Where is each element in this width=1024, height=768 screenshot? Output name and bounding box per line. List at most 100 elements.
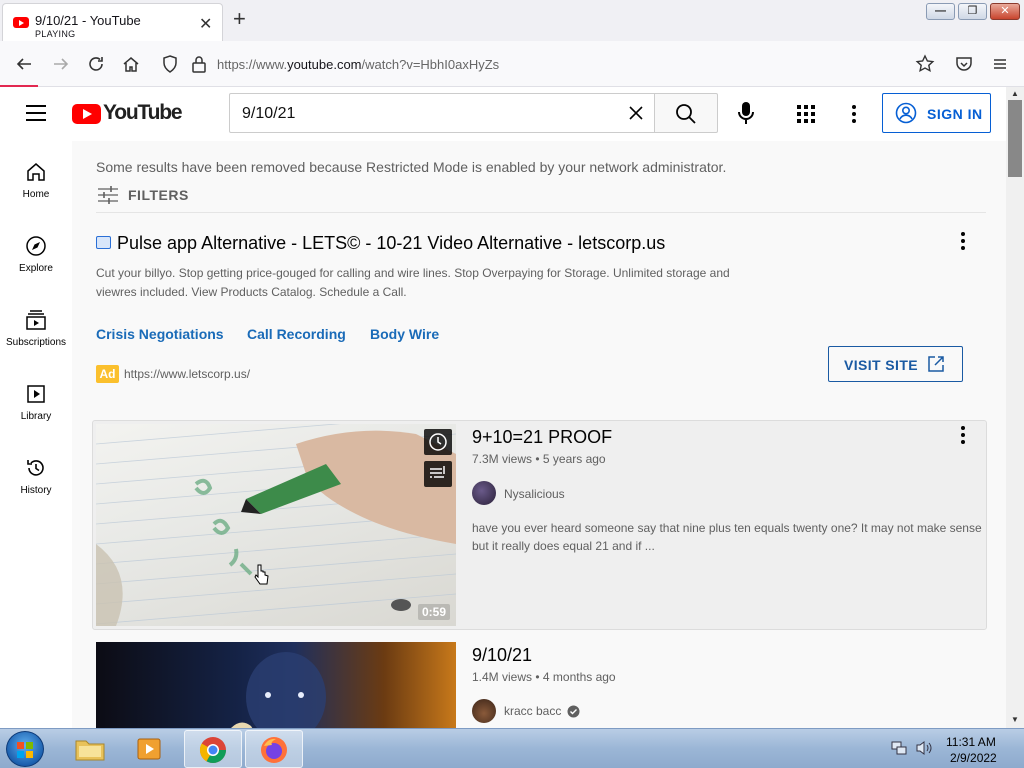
tab-title: 9/10/21 - YouTube	[35, 13, 141, 28]
verified-badge-icon	[567, 705, 580, 718]
sidebar-item-label: Explore	[19, 263, 53, 274]
history-icon	[27, 460, 44, 476]
video-meta: 1.4M views • 4 months ago	[472, 670, 616, 684]
tab-playing-status: PLAYING	[35, 29, 76, 39]
channel-name[interactable]: kracc bacc	[504, 704, 561, 718]
windows-logo-icon	[17, 742, 33, 758]
scrollbar-thumb[interactable]	[1008, 100, 1022, 177]
search-button[interactable]	[654, 93, 718, 133]
clock-time[interactable]: 11:31 AM	[946, 735, 996, 749]
channel-avatar[interactable]	[472, 481, 496, 505]
bookmark-star-icon[interactable]	[915, 54, 935, 74]
video-description: have you ever heard someone say that nin…	[472, 521, 982, 553]
browser-tab-strip: 9/10/21 - YouTube PLAYING ✕ + — ❐ ✕	[0, 0, 1024, 41]
video-thumbnail[interactable]	[96, 424, 456, 626]
mouse-cursor-icon	[254, 564, 270, 586]
sitelink-body-wire[interactable]: Body Wire	[370, 326, 439, 342]
media-player-taskbar-button[interactable]	[121, 730, 179, 768]
sidebar-item-label: Library	[20, 411, 52, 422]
home-icon	[27, 163, 45, 181]
reload-icon[interactable]	[86, 54, 106, 74]
ad-description: Cut your billyo. Stop getting price-goug…	[96, 266, 730, 299]
url-text[interactable]: https://www.youtube.com/watch?v=HbhI0axH…	[217, 57, 499, 72]
video-meta: 7.3M views • 5 years ago	[472, 452, 606, 466]
lock-icon[interactable]	[191, 54, 211, 74]
notebook-drawing-image	[96, 424, 456, 626]
video-duration: 0:59	[418, 604, 451, 620]
folder-icon	[75, 740, 105, 761]
page-scrollbar[interactable]: ▲ ▼	[1006, 87, 1024, 728]
sitelink-call-recording[interactable]: Call Recording	[247, 326, 346, 342]
video-more-icon[interactable]	[961, 426, 965, 444]
search-query[interactable]: 9/10/21	[242, 105, 295, 123]
subscriptions-icon	[26, 310, 46, 330]
youtube-logo-text[interactable]: YouTube	[103, 101, 183, 125]
sidebar-item-history[interactable]: History	[0, 437, 72, 511]
youtube-header: YouTube 9/10/21 SIGN IN	[0, 87, 1006, 141]
youtube-favicon-icon	[13, 17, 29, 28]
shield-icon[interactable]	[161, 54, 181, 74]
back-arrow-icon[interactable]	[14, 54, 34, 74]
ad-title[interactable]: Pulse app Alternative - LETS© - 10-21 Vi…	[117, 233, 665, 254]
sidebar-item-label: History	[20, 485, 52, 496]
settings-more-icon[interactable]	[852, 105, 856, 123]
chrome-taskbar-button[interactable]	[184, 730, 242, 768]
advertiser-logo-icon	[96, 236, 111, 249]
start-button[interactable]	[6, 731, 44, 767]
windows-taskbar: 11:31 AM 2/9/2022	[0, 728, 1024, 768]
ad-more-icon[interactable]	[961, 232, 965, 250]
sidebar-item-library[interactable]: Library	[0, 363, 72, 437]
window-close-button[interactable]: ✕	[990, 3, 1020, 20]
restricted-mode-notice: Some results have been removed because R…	[96, 159, 727, 175]
forward-arrow-icon[interactable]	[51, 54, 71, 74]
window-minimize-button[interactable]: —	[926, 3, 955, 20]
volume-icon[interactable]	[915, 740, 933, 756]
dark-face-image	[231, 652, 326, 728]
sidebar-item-label: Subscriptions	[5, 337, 67, 348]
explorer-taskbar-button[interactable]	[61, 730, 119, 768]
new-tab-button[interactable]: +	[233, 8, 246, 30]
video-title[interactable]: 9/10/21	[472, 645, 532, 666]
account-icon	[895, 102, 917, 124]
tab-close-icon[interactable]: ✕	[199, 14, 212, 34]
chrome-icon	[199, 737, 227, 764]
clear-search-icon[interactable]	[626, 103, 646, 123]
channel-avatar[interactable]	[472, 699, 496, 723]
channel-name[interactable]: Nysalicious	[504, 487, 565, 501]
video-title[interactable]: 9+10=21 PROOF	[472, 427, 612, 448]
firefox-taskbar-button[interactable]	[245, 730, 303, 768]
home-button-icon[interactable]	[121, 54, 141, 74]
microphone-icon[interactable]	[736, 100, 756, 126]
firefox-icon	[261, 737, 287, 763]
browser-tab[interactable]: 9/10/21 - YouTube PLAYING ✕	[2, 3, 223, 41]
external-link-icon	[928, 356, 944, 372]
sidebar-item-home[interactable]: Home	[0, 141, 72, 215]
sitelink-crisis-negotiations[interactable]: Crisis Negotiations	[96, 326, 224, 342]
watch-later-icon[interactable]	[424, 429, 452, 455]
guide-menu-icon[interactable]	[26, 104, 46, 122]
window-restore-button[interactable]: ❐	[958, 3, 987, 20]
sidebar-item-explore[interactable]: Explore	[0, 215, 72, 289]
ad-display-url[interactable]: https://www.letscorp.us/	[124, 367, 250, 381]
visit-site-button[interactable]: VISIT SITE	[828, 346, 963, 382]
youtube-logo-icon[interactable]	[72, 104, 101, 124]
filter-sliders-icon	[98, 186, 118, 204]
clock-date[interactable]: 2/9/2022	[950, 751, 997, 765]
address-bar[interactable]: https://www.youtube.com/watch?v=HbhI0axH…	[155, 47, 1015, 81]
media-player-icon	[137, 738, 161, 760]
compass-icon	[26, 236, 46, 256]
sign-in-label: SIGN IN	[927, 106, 983, 122]
app-menu-icon[interactable]	[990, 54, 1010, 74]
sign-in-button[interactable]: SIGN IN	[882, 93, 991, 133]
sidebar-item-subscriptions[interactable]: Subscriptions	[0, 289, 72, 363]
browser-toolbar: https://www.youtube.com/watch?v=HbhI0axH…	[0, 41, 1024, 87]
add-to-queue-icon[interactable]	[424, 461, 452, 487]
scroll-down-icon[interactable]: ▼	[1011, 715, 1019, 724]
scroll-up-icon[interactable]: ▲	[1011, 89, 1019, 98]
video-thumbnail[interactable]	[96, 642, 456, 728]
search-input[interactable]: 9/10/21	[229, 93, 655, 133]
pocket-icon[interactable]	[954, 54, 974, 74]
network-icon[interactable]	[891, 740, 907, 756]
apps-grid-icon[interactable]	[797, 105, 815, 123]
library-icon	[27, 385, 45, 403]
